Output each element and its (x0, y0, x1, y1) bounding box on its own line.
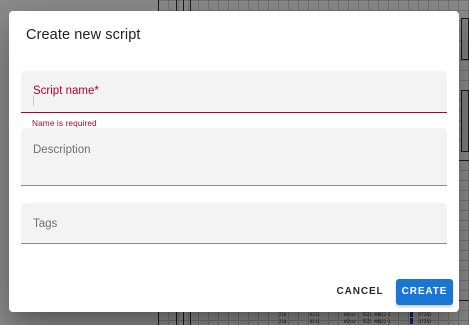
create-script-dialog: Create new script Script name* Name is r… (9, 11, 459, 312)
script-name-field[interactable]: Script name* (21, 71, 447, 113)
field-underline (21, 112, 447, 113)
description-label: Description (33, 144, 91, 156)
description-field[interactable]: Description (21, 128, 447, 186)
cancel-button[interactable]: CANCEL (329, 279, 391, 305)
create-button[interactable]: CREATE (396, 279, 453, 305)
script-name-error: Name is required (32, 118, 97, 128)
tags-label: Tags (33, 218, 58, 230)
tags-field[interactable]: Tags (21, 203, 447, 244)
field-underline (21, 243, 447, 244)
dialog-title: Create new script (26, 27, 141, 43)
script-name-label: Script name* (33, 85, 99, 97)
field-underline (21, 185, 447, 186)
text-caret (33, 96, 34, 106)
